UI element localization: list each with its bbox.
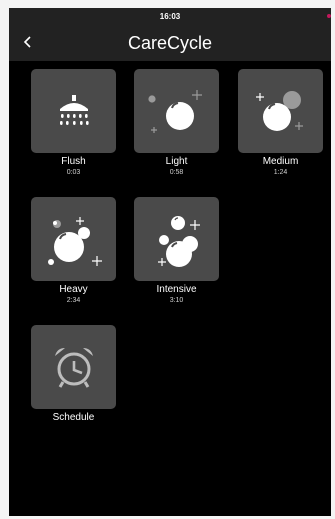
program-tile-box	[31, 197, 116, 281]
program-duration: 2:34	[66, 297, 81, 304]
program-tile-schedule[interactable]: Schedule	[31, 325, 116, 424]
bubble-heavy-icon	[47, 217, 102, 266]
program-tile-box	[134, 69, 219, 153]
program-name: Intensive	[156, 284, 197, 295]
program-tile-box	[134, 197, 219, 281]
program-name: Flush	[61, 156, 86, 167]
program-duration: 0:03	[66, 169, 81, 176]
program-duration: 1:24	[273, 169, 288, 176]
program-tile-box	[31, 69, 116, 153]
program-tile-flush[interactable]: Flush 0:03	[31, 69, 116, 177]
program-name: Medium	[262, 156, 299, 167]
program-tile-box	[31, 325, 116, 409]
program-name: Schedule	[52, 412, 95, 423]
shower-icon	[59, 95, 89, 125]
bubble-light-icon	[147, 90, 202, 133]
program-tile-light[interactable]: Light 0:58	[134, 69, 219, 177]
app-screen: 16:03 CareCycle Flush 0:03 Light 0:58 Me…	[9, 8, 331, 516]
bubble-intensive-icon	[157, 216, 200, 267]
bubble-medium-icon	[255, 91, 303, 131]
program-tile-box	[238, 69, 323, 153]
program-duration: 0:58	[169, 169, 184, 176]
alarm-clock-icon	[54, 348, 93, 388]
program-name: Light	[165, 156, 188, 167]
program-tile-medium[interactable]: Medium 1:24	[238, 69, 323, 177]
program-duration: 3:10	[169, 297, 184, 304]
program-tile-intensive[interactable]: Intensive 3:10	[134, 197, 219, 305]
program-tile-heavy[interactable]: Heavy 2:34	[31, 197, 116, 305]
program-name: Heavy	[59, 284, 88, 295]
program-grid: Flush 0:03 Light 0:58 Medium 1:24 Heavy …	[9, 8, 331, 516]
